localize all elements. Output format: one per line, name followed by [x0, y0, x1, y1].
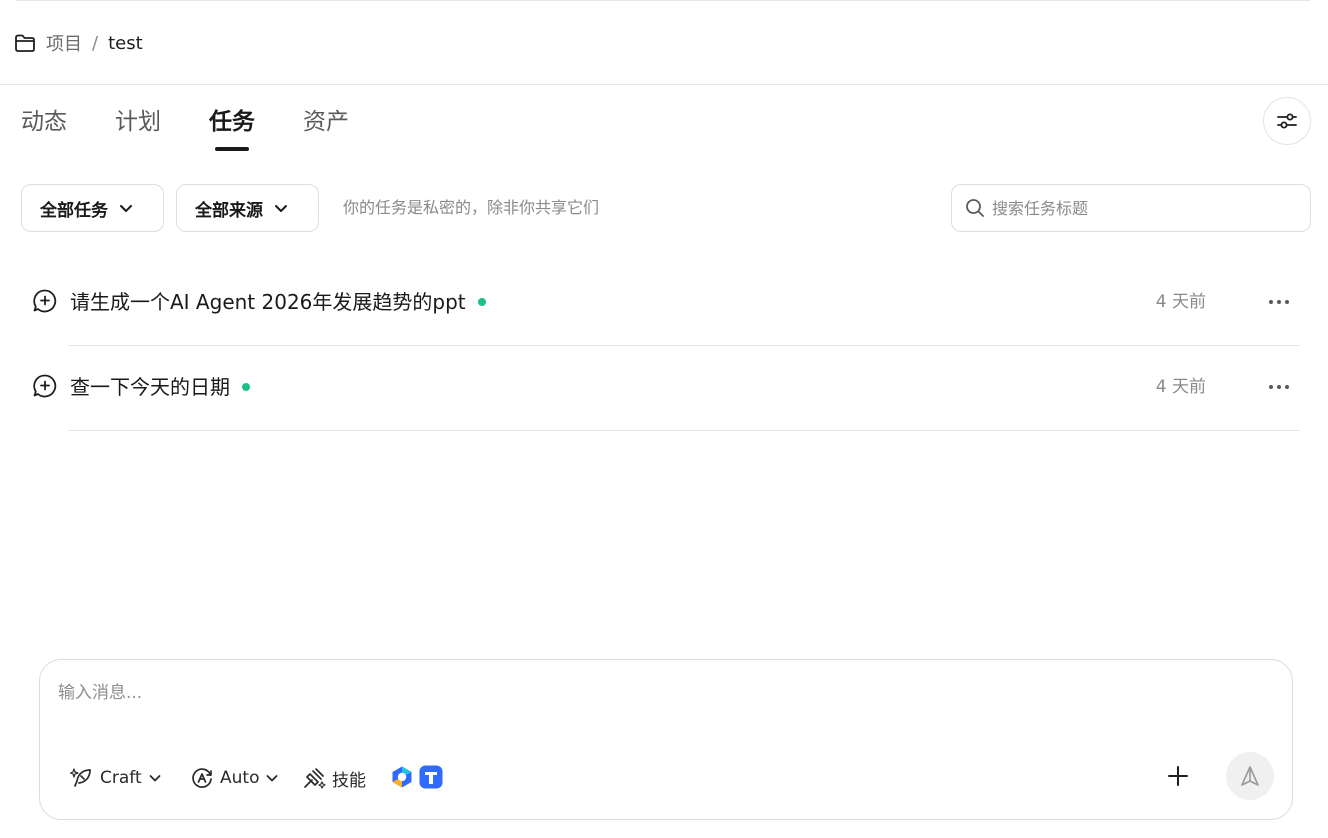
task-filter-dropdown[interactable]: 全部任务	[21, 184, 164, 232]
breadcrumb-root-link[interactable]: 项目	[46, 30, 82, 56]
status-dot	[242, 383, 250, 391]
privacy-note: 你的任务是私密的，除非你共享它们	[343, 198, 600, 217]
skills-icon	[304, 768, 326, 789]
more-horizontal-icon	[1269, 300, 1289, 304]
add-attachment-button[interactable]	[1164, 762, 1192, 790]
chevron-down-icon	[267, 775, 278, 782]
view-settings-button[interactable]	[1263, 97, 1311, 145]
search-input[interactable]	[992, 198, 1292, 218]
mode-label: Craft	[100, 768, 142, 788]
plus-icon	[1168, 766, 1188, 786]
top-divider	[16, 0, 1310, 1]
chevron-down-icon	[120, 205, 132, 212]
send-button[interactable]	[1226, 752, 1274, 800]
chat-plus-icon	[33, 374, 57, 398]
sliders-icon	[1277, 113, 1297, 129]
chat-plus-icon	[33, 289, 57, 313]
task-more-button[interactable]	[1266, 375, 1292, 399]
tab-tasks[interactable]: 任务	[209, 103, 255, 153]
status-dot	[477, 298, 486, 306]
chevron-down-icon	[149, 775, 161, 782]
tab-plan[interactable]: 计划	[115, 103, 161, 153]
source-filter-dropdown[interactable]: 全部来源	[176, 184, 319, 232]
tab-activity[interactable]: 动态	[21, 103, 67, 153]
message-input[interactable]	[58, 678, 1258, 718]
task-title: 查一下今天的日期	[70, 375, 230, 399]
tab-assets[interactable]: 资产	[303, 103, 349, 153]
app-tool-icon[interactable]	[419, 765, 443, 789]
task-search	[951, 184, 1311, 232]
task-row[interactable]: 请生成一个AI Agent 2026年发展趋势的ppt 4 天前	[32, 260, 1300, 346]
task-row[interactable]: 查一下今天的日期 4 天前	[32, 345, 1300, 431]
task-more-button[interactable]	[1266, 290, 1292, 314]
folder-icon	[14, 31, 38, 55]
header-divider	[0, 84, 1328, 85]
mode-selector[interactable]: Craft	[70, 764, 162, 792]
tab-bar: 动态 计划 任务 资产	[21, 103, 397, 153]
send-icon	[1241, 766, 1259, 786]
message-composer: Craft Auto 技能	[39, 659, 1293, 820]
model-label: Auto	[220, 768, 260, 788]
auto-model-icon	[192, 768, 212, 788]
task-filter-label: 全部任务	[40, 200, 108, 221]
row-divider	[68, 430, 1300, 431]
task-time: 4 天前	[1155, 292, 1206, 312]
model-selector[interactable]: Auto	[190, 764, 279, 792]
skills-label: 技能	[332, 770, 366, 791]
chevron-down-icon	[275, 205, 287, 212]
breadcrumb: 项目 / test	[14, 30, 143, 56]
breadcrumb-separator: /	[92, 32, 99, 54]
source-filter-label: 全部来源	[195, 200, 263, 221]
feather-icon	[70, 768, 91, 787]
more-horizontal-icon	[1269, 385, 1289, 389]
breadcrumb-current: test	[108, 32, 143, 54]
app-hexagon-icon[interactable]	[390, 765, 414, 789]
task-time: 4 天前	[1155, 377, 1206, 397]
search-icon	[966, 199, 984, 217]
skills-button[interactable]: 技能	[302, 764, 366, 792]
task-title: 请生成一个AI Agent 2026年发展趋势的ppt	[70, 290, 466, 314]
